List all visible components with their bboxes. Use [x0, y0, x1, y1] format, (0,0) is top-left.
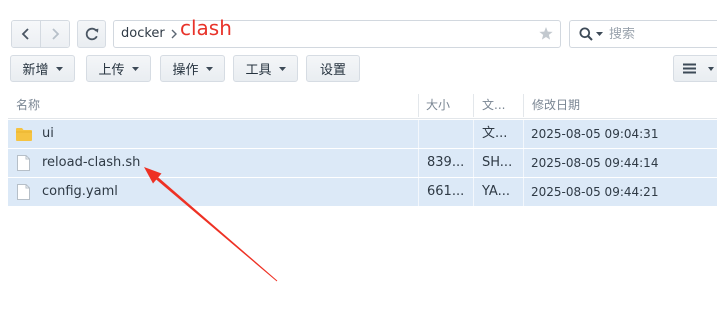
file-modified: 2025-08-05 09:44:21 [531, 185, 659, 199]
action-button[interactable]: 操作 [160, 55, 225, 82]
column-divider [523, 149, 524, 177]
annotation-text: clash [180, 16, 232, 40]
file-modified: 2025-08-05 09:44:14 [531, 156, 659, 170]
breadcrumb-item[interactable]: docker [121, 21, 165, 47]
folder-icon [16, 128, 32, 141]
chevron-down-icon [205, 66, 213, 71]
table-row[interactable]: config.yaml 661... YA... 2025-08-05 09:4… [8, 178, 717, 206]
column-header-size[interactable]: 大小 [426, 92, 450, 118]
history-nav [11, 20, 70, 48]
back-button[interactable] [12, 21, 40, 47]
chevron-down-icon [278, 66, 286, 71]
tools-button[interactable]: 工具 [233, 55, 298, 82]
column-divider [523, 178, 524, 206]
file-size: 661... [427, 184, 465, 199]
settings-button-label: 设置 [319, 63, 346, 78]
search-box [569, 20, 717, 48]
file-icon [17, 155, 30, 171]
table-row[interactable]: reload-clash.sh 839... SH... 2025-08-05 … [8, 149, 717, 177]
view-options-dropdown[interactable] [705, 55, 717, 82]
star-icon[interactable] [539, 27, 553, 41]
file-name: reload-clash.sh [42, 155, 141, 170]
search-icon[interactable] [579, 27, 593, 41]
chevron-right-icon [52, 28, 60, 40]
file-type: SH... [482, 155, 513, 170]
column-divider [418, 120, 419, 148]
table-row[interactable]: ui 文... 2025-08-05 09:04:31 [8, 120, 717, 148]
column-divider[interactable] [473, 94, 474, 117]
list-view-icon [683, 63, 696, 74]
file-size: 839... [427, 155, 465, 170]
chevron-left-icon [21, 28, 29, 40]
action-button-label: 操作 [172, 63, 199, 78]
column-divider [473, 178, 474, 206]
create-button[interactable]: 新增 [10, 55, 75, 82]
file-name: ui [42, 126, 54, 141]
file-name: config.yaml [42, 184, 118, 199]
refresh-icon [85, 27, 98, 41]
file-icon [17, 184, 30, 200]
column-divider [473, 149, 474, 177]
search-input[interactable] [609, 26, 699, 42]
file-modified: 2025-08-05 09:04:31 [531, 127, 659, 141]
chevron-down-icon [55, 66, 63, 71]
forward-button[interactable] [40, 21, 69, 47]
column-header-name[interactable]: 名称 [16, 92, 40, 118]
chevron-down-icon [131, 66, 139, 71]
tools-button-label: 工具 [245, 63, 272, 78]
column-divider [523, 120, 524, 148]
column-divider[interactable] [418, 94, 419, 117]
refresh-button[interactable] [77, 20, 106, 48]
table-header: 名称 大小 文... 修改日期 [8, 92, 717, 119]
file-type: YA... [482, 184, 510, 199]
column-divider [473, 120, 474, 148]
column-header-modified[interactable]: 修改日期 [532, 92, 580, 118]
settings-button[interactable]: 设置 [306, 55, 360, 82]
upload-button-label: 上传 [98, 63, 125, 78]
file-type: 文... [482, 126, 508, 141]
column-divider[interactable] [523, 94, 524, 117]
upload-button[interactable]: 上传 [86, 55, 151, 82]
chevron-down-icon [708, 66, 714, 71]
column-header-type[interactable]: 文... [482, 92, 505, 118]
chevron-down-icon[interactable] [596, 32, 603, 36]
column-divider [418, 149, 419, 177]
column-divider [418, 178, 419, 206]
create-button-label: 新增 [22, 63, 49, 78]
chevron-right-icon [171, 29, 177, 39]
list-view-button[interactable] [673, 55, 706, 82]
